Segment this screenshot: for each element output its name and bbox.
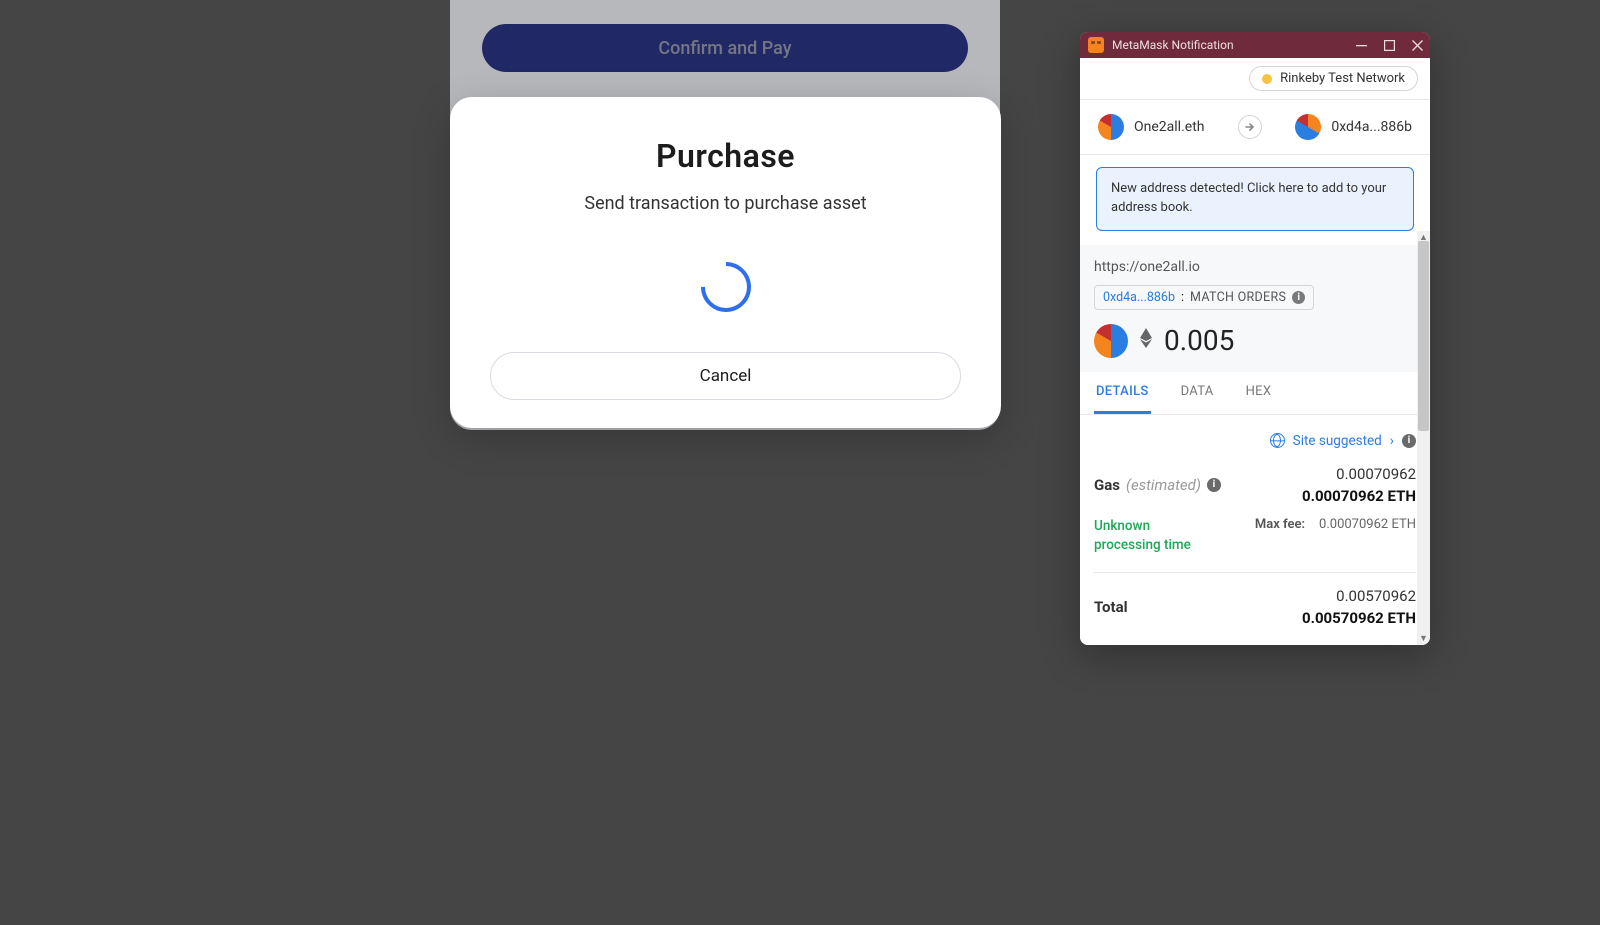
network-status-icon — [1262, 74, 1272, 84]
site-suggested-link[interactable]: Site suggested › i — [1094, 433, 1416, 449]
scrollbar[interactable]: ▲ ▼ — [1417, 231, 1430, 646]
purchase-modal: Purchase Send transaction to purchase as… — [450, 97, 1001, 428]
to-account[interactable]: 0xd4a...886b — [1295, 114, 1412, 140]
total-label: Total — [1094, 598, 1128, 616]
modal-title: Purchase — [490, 137, 961, 175]
max-fee-label: Max fee: — [1255, 517, 1305, 532]
info-icon[interactable]: i — [1207, 478, 1221, 492]
tab-details[interactable]: DETAILS — [1094, 372, 1151, 414]
network-selector[interactable]: Rinkeby Test Network — [1249, 66, 1418, 91]
close-button[interactable] — [1410, 39, 1424, 51]
info-icon[interactable]: i — [1292, 291, 1305, 304]
total-value: 0.00570962 — [1302, 587, 1416, 605]
scroll-thumb[interactable] — [1418, 241, 1429, 431]
scroll-down-icon[interactable]: ▼ — [1417, 632, 1430, 645]
chevron-right-icon: › — [1390, 433, 1394, 449]
detail-tabs: DETAILS DATA HEX — [1080, 372, 1430, 415]
metamask-window: MetaMask Notification Rinkeby Test Netwo… — [1080, 32, 1430, 645]
transaction-summary: https://one2all.io 0xd4a...886b : MATCH … — [1080, 245, 1430, 372]
contract-method-chip[interactable]: 0xd4a...886b : MATCH ORDERS i — [1094, 285, 1314, 310]
to-account-label: 0xd4a...886b — [1331, 119, 1412, 135]
tab-hex[interactable]: HEX — [1244, 372, 1274, 414]
globe-icon — [1270, 433, 1285, 448]
metamask-logo-icon — [1088, 37, 1104, 53]
avatar-icon — [1094, 324, 1128, 358]
details-panel: Site suggested › i Gas (estimated) i 0.0… — [1080, 415, 1430, 646]
transaction-amount: 0.005 — [1164, 324, 1234, 357]
new-address-banner[interactable]: New address detected! Click here to add … — [1096, 167, 1414, 231]
window-titlebar: MetaMask Notification — [1080, 32, 1430, 58]
arrow-right-icon — [1238, 115, 1262, 139]
gas-value-eth: 0.00070962 ETH — [1302, 487, 1416, 505]
amount-row: 0.005 — [1094, 324, 1416, 372]
gas-estimated-label: (estimated) — [1126, 476, 1201, 494]
cancel-button[interactable]: Cancel — [490, 352, 961, 400]
max-fee-value: 0.00070962 ETH — [1319, 517, 1416, 532]
contract-method: MATCH ORDERS — [1190, 290, 1286, 305]
minimize-button[interactable] — [1354, 39, 1368, 51]
total-row: Total 0.00570962 0.00570962 ETH — [1094, 587, 1416, 627]
modal-subtitle: Send transaction to purchase asset — [490, 193, 961, 214]
gas-row: Gas (estimated) i 0.00070962 0.00070962 … — [1094, 465, 1416, 505]
maximize-button[interactable] — [1382, 39, 1396, 51]
window-title: MetaMask Notification — [1112, 38, 1354, 52]
processing-status: Unknown processing time — [1094, 517, 1214, 555]
total-value-eth: 0.00570962 ETH — [1302, 609, 1416, 627]
divider — [1094, 572, 1416, 573]
contract-address: 0xd4a...886b — [1103, 290, 1175, 305]
tab-data[interactable]: DATA — [1179, 372, 1216, 414]
info-icon[interactable]: i — [1402, 434, 1416, 448]
ethereum-icon — [1138, 326, 1154, 355]
origin-url: https://one2all.io — [1094, 259, 1416, 275]
spinner-icon — [690, 252, 761, 323]
avatar-icon — [1098, 114, 1124, 140]
from-account[interactable]: One2all.eth — [1098, 114, 1205, 140]
site-suggested-label: Site suggested — [1293, 433, 1382, 449]
network-name: Rinkeby Test Network — [1280, 71, 1405, 86]
gas-label: Gas — [1094, 476, 1120, 494]
chip-separator: : — [1181, 290, 1184, 305]
network-row: Rinkeby Test Network — [1080, 58, 1430, 100]
accounts-row: One2all.eth 0xd4a...886b — [1080, 100, 1430, 155]
from-account-label: One2all.eth — [1134, 119, 1205, 135]
gas-value: 0.00070962 — [1302, 465, 1416, 483]
avatar-icon — [1295, 114, 1321, 140]
